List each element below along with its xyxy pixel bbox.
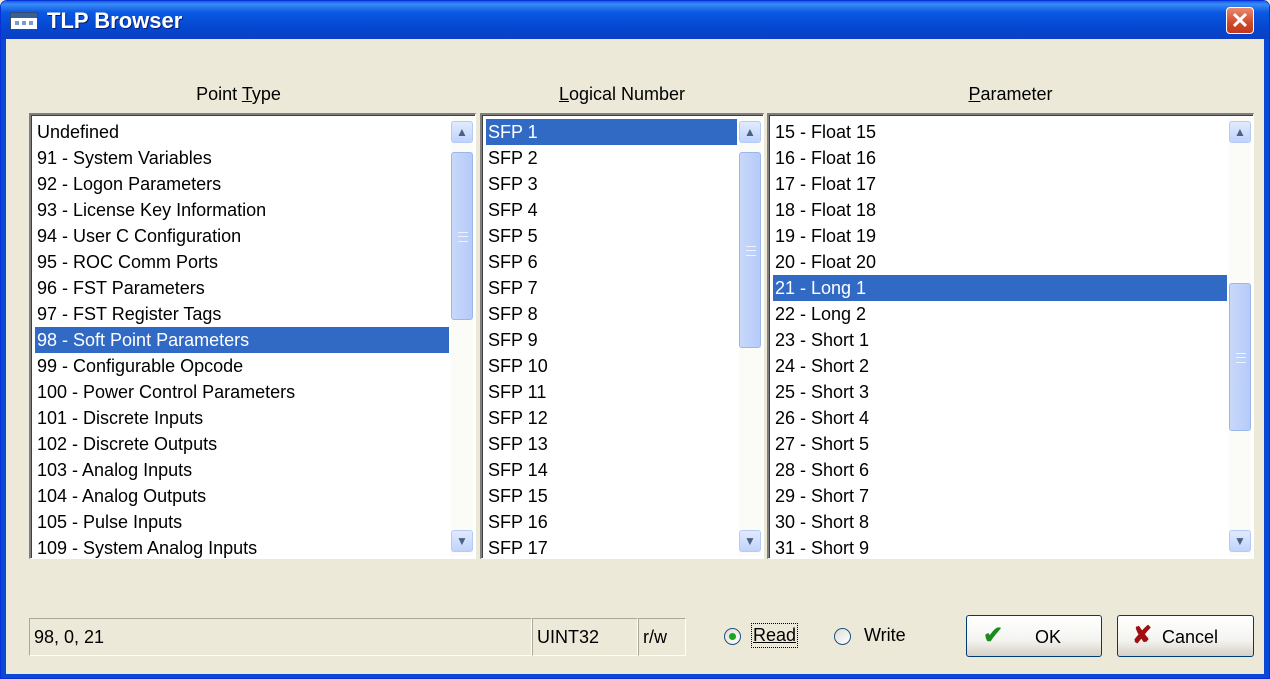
list-item[interactable]: SFP 3 xyxy=(486,171,737,197)
list-item[interactable]: 30 - Short 8 xyxy=(773,509,1227,535)
list-item[interactable]: SFP 15 xyxy=(486,483,737,509)
logical-number-scroll-thumb[interactable] xyxy=(739,152,761,348)
parameter-scroll-up-button[interactable]: ▲ xyxy=(1229,121,1251,143)
chevron-up-icon: ▲ xyxy=(744,125,756,139)
parameter-scroll-thumb[interactable] xyxy=(1229,283,1251,431)
list-item[interactable]: 103 - Analog Inputs xyxy=(35,457,449,483)
list-item[interactable]: 109 - System Analog Inputs xyxy=(35,535,449,558)
window-frame-right xyxy=(1264,39,1269,678)
write-radio[interactable] xyxy=(834,628,851,645)
point-type-scroll-down-button[interactable]: ▼ xyxy=(451,530,473,552)
list-item[interactable]: 96 - FST Parameters xyxy=(35,275,449,301)
list-item[interactable]: 16 - Float 16 xyxy=(773,145,1227,171)
checkmark-icon: ✔ xyxy=(983,622,1004,649)
tlp-browser-window: TLP Browser ✕ Point Type Logical Number … xyxy=(0,0,1270,679)
parameter-list[interactable]: 15 - Float 15 16 - Float 16 17 - Float 17 1… xyxy=(767,113,1254,559)
list-item[interactable]: 99 - Configurable Opcode xyxy=(35,353,449,379)
list-item[interactable]: 27 - Short 5 xyxy=(773,431,1227,457)
tlp-value-field: 98, 0, 21 xyxy=(29,618,532,656)
list-item[interactable]: 29 - Short 7 xyxy=(773,483,1227,509)
list-item[interactable]: 94 - User C Configuration xyxy=(35,223,449,249)
point-type-list[interactable]: Undefined 91 - System Variables 92 - Logon… xyxy=(29,113,476,559)
list-item[interactable]: 17 - Float 17 xyxy=(773,171,1227,197)
parameter-items: 15 - Float 15 16 - Float 16 17 - Float 17 1… xyxy=(773,119,1227,558)
list-item[interactable]: 97 - FST Register Tags xyxy=(35,301,449,327)
list-item[interactable]: 19 - Float 19 xyxy=(773,223,1227,249)
parameter-label: Parameter xyxy=(968,84,1053,104)
list-item[interactable]: 25 - Short 3 xyxy=(773,379,1227,405)
list-item[interactable]: 105 - Pulse Inputs xyxy=(35,509,449,535)
data-type-field: UINT32 xyxy=(532,618,638,656)
list-item[interactable]: 98 - Soft Point Parameters xyxy=(35,327,449,353)
window-frame-left xyxy=(1,39,6,678)
chevron-up-icon: ▲ xyxy=(1234,125,1246,139)
list-item[interactable]: 93 - License Key Information xyxy=(35,197,449,223)
point-type-items: Undefined 91 - System Variables 92 - Logon… xyxy=(35,119,449,558)
list-item[interactable]: SFP 16 xyxy=(486,509,737,535)
access-field: r/w xyxy=(638,618,686,656)
window-frame-bottom xyxy=(1,674,1269,678)
list-item[interactable]: 91 - System Variables xyxy=(35,145,449,171)
list-item[interactable]: SFP 5 xyxy=(486,223,737,249)
list-item[interactable]: 28 - Short 6 xyxy=(773,457,1227,483)
logical-number-label: Logical Number xyxy=(558,84,686,104)
list-item[interactable]: 31 - Short 9 xyxy=(773,535,1227,558)
parameter-scrollbar[interactable]: ▲ ▼ xyxy=(1229,117,1251,556)
list-item[interactable]: SFP 6 xyxy=(486,249,737,275)
window-title: TLP Browser xyxy=(47,8,183,33)
logical-number-list[interactable]: SFP 1 SFP 2 SFP 3 SFP 4 SFP 5 SFP 6 SFP 7 SFP 8… xyxy=(480,113,764,559)
x-mark-icon: ✘ xyxy=(1132,622,1153,649)
list-item[interactable]: 15 - Float 15 xyxy=(773,119,1227,145)
list-item[interactable]: 22 - Long 2 xyxy=(773,301,1227,327)
chevron-down-icon: ▼ xyxy=(456,534,468,548)
list-item[interactable]: 23 - Short 1 xyxy=(773,327,1227,353)
list-item[interactable]: 21 - Long 1 xyxy=(773,275,1227,301)
point-type-scroll-up-button[interactable]: ▲ xyxy=(451,121,473,143)
list-item[interactable]: 20 - Float 20 xyxy=(773,249,1227,275)
list-item[interactable]: SFP 4 xyxy=(486,197,737,223)
point-type-scrollbar[interactable]: ▲ ▼ xyxy=(451,117,473,556)
list-item[interactable]: SFP 11 xyxy=(486,379,737,405)
list-item[interactable]: SFP 8 xyxy=(486,301,737,327)
point-type-label: Point Type xyxy=(196,84,281,104)
list-item[interactable]: SFP 13 xyxy=(486,431,737,457)
list-item[interactable]: 18 - Float 18 xyxy=(773,197,1227,223)
chevron-up-icon: ▲ xyxy=(456,125,468,139)
parameter-scroll-down-button[interactable]: ▼ xyxy=(1229,530,1251,552)
list-item[interactable]: 100 - Power Control Parameters xyxy=(35,379,449,405)
close-icon: ✕ xyxy=(1230,8,1250,33)
close-button[interactable]: ✕ xyxy=(1226,7,1254,34)
list-item[interactable]: SFP 17 xyxy=(486,535,737,558)
list-item[interactable]: 26 - Short 4 xyxy=(773,405,1227,431)
cancel-button[interactable]: ✘ Cancel xyxy=(1117,615,1254,657)
ok-button[interactable]: ✔ OK xyxy=(966,615,1102,657)
read-radio[interactable] xyxy=(724,628,741,645)
title-bar[interactable]: TLP Browser ✕ xyxy=(1,1,1269,39)
list-item[interactable]: SFP 1 xyxy=(486,119,737,145)
list-item[interactable]: SFP 10 xyxy=(486,353,737,379)
logical-number-items: SFP 1 SFP 2 SFP 3 SFP 4 SFP 5 SFP 6 SFP 7 SFP 8… xyxy=(486,119,737,558)
list-item[interactable]: SFP 2 xyxy=(486,145,737,171)
chevron-down-icon: ▼ xyxy=(744,534,756,548)
list-item[interactable]: 101 - Discrete Inputs xyxy=(35,405,449,431)
logical-number-scroll-up-button[interactable]: ▲ xyxy=(739,121,761,143)
list-item[interactable]: SFP 14 xyxy=(486,457,737,483)
write-radio-label[interactable]: Write xyxy=(864,625,906,646)
list-item[interactable]: 24 - Short 2 xyxy=(773,353,1227,379)
list-item[interactable]: 104 - Analog Outputs xyxy=(35,483,449,509)
point-type-scroll-thumb[interactable] xyxy=(451,152,473,320)
logical-number-scrollbar[interactable]: ▲ ▼ xyxy=(739,117,761,556)
read-radio-label[interactable]: Read xyxy=(750,623,799,648)
list-item[interactable]: 102 - Discrete Outputs xyxy=(35,431,449,457)
list-item[interactable]: SFP 9 xyxy=(486,327,737,353)
list-item[interactable]: 95 - ROC Comm Ports xyxy=(35,249,449,275)
list-item[interactable]: SFP 7 xyxy=(486,275,737,301)
window-app-icon xyxy=(10,12,38,30)
chevron-down-icon: ▼ xyxy=(1234,534,1246,548)
logical-number-scroll-down-button[interactable]: ▼ xyxy=(739,530,761,552)
radio-selected-dot xyxy=(729,633,736,640)
list-item[interactable]: Undefined xyxy=(35,119,449,145)
list-item[interactable]: 92 - Logon Parameters xyxy=(35,171,449,197)
list-item[interactable]: SFP 12 xyxy=(486,405,737,431)
